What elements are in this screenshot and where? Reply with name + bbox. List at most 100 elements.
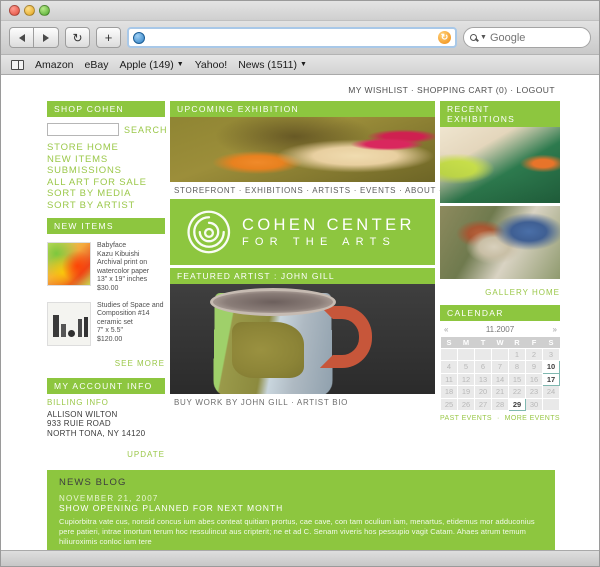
forward-button[interactable]: [34, 27, 59, 48]
site-logo-banner[interactable]: COHEN CENTER FOR THE ARTS: [170, 199, 435, 265]
sidebar-item-new-items[interactable]: NEW ITEMS: [47, 154, 165, 166]
list-item[interactable]: Studies of Space and Composition #14 cer…: [47, 301, 165, 346]
calendar-day[interactable]: 26: [457, 397, 475, 411]
calendar-day[interactable]: 23: [525, 385, 543, 399]
bookmark-label: News (1511): [238, 58, 297, 71]
search-bar[interactable]: ▼: [463, 27, 600, 48]
product-title: Babyface: [97, 242, 127, 249]
calendar-day[interactable]: 1: [508, 347, 526, 361]
calendar-day[interactable]: 20: [474, 385, 492, 399]
calendar-day[interactable]: 9: [525, 360, 543, 374]
news-post-headline[interactable]: SHOW OPENING PLANNED FOR NEXT MONTH: [59, 503, 543, 513]
chevron-down-icon: ▼: [176, 61, 184, 68]
bookmark-apple[interactable]: Apple (149) ▼: [119, 59, 183, 71]
nav-artists[interactable]: ARTISTS: [312, 186, 351, 195]
list-item[interactable]: Babyface Kazu Kibuishi Archival print on…: [47, 242, 165, 294]
recent-exhibition-image-1[interactable]: [440, 127, 560, 203]
chevron-down-icon[interactable]: ▼: [480, 34, 487, 41]
past-events-link[interactable]: PAST EVENTS: [440, 415, 492, 422]
calendar-day[interactable]: 16: [525, 372, 543, 386]
zoom-window-button[interactable]: [39, 5, 50, 16]
featured-artist-header: FEATURED ARTIST : JOHN GILL: [170, 268, 435, 284]
nav-events[interactable]: EVENTS: [360, 186, 396, 195]
back-button[interactable]: [9, 27, 34, 48]
calendar-day[interactable]: 14: [491, 372, 509, 386]
product-thumbnail-babyface[interactable]: [47, 242, 91, 286]
sidebar-item-submissions[interactable]: SUBMISSIONS: [47, 165, 165, 177]
bookmark-amazon[interactable]: Amazon: [35, 59, 74, 71]
sidebar-item-sort-by-artist[interactable]: SORT BY ARTIST: [47, 200, 165, 212]
calendar-day[interactable]: 30: [525, 397, 543, 411]
sidebar-item-store-home[interactable]: STORE HOME: [47, 142, 165, 154]
billing-address: ALLISON WILTON 933 RUIE ROAD NORTH TONA,…: [47, 410, 165, 439]
chevron-down-icon: ▼: [299, 61, 307, 68]
featured-artwork-image[interactable]: [170, 284, 435, 394]
see-more-link[interactable]: SEE MORE: [115, 359, 165, 368]
nav-shopping-cart[interactable]: SHOPPING CART (0): [417, 85, 507, 95]
calendar-next-button[interactable]: »: [553, 325, 558, 334]
nav-about[interactable]: ABOUT: [405, 186, 436, 195]
add-bookmark-button[interactable]: +: [96, 27, 121, 48]
calendar-day[interactable]: 21: [491, 385, 509, 399]
bookmark-news[interactable]: News (1511) ▼: [238, 59, 307, 71]
calendar-prev-button[interactable]: «: [444, 325, 449, 334]
gallery-home-link[interactable]: GALLERY HOME: [485, 288, 560, 297]
show-all-bookmarks-icon[interactable]: [11, 59, 24, 70]
recent-exhibition-image-2[interactable]: [440, 206, 560, 279]
page-reload-icon[interactable]: ↻: [438, 31, 451, 44]
search-input[interactable]: [489, 31, 600, 44]
calendar-day[interactable]: 3: [542, 347, 560, 361]
nav-logout[interactable]: LOGOUT: [516, 85, 555, 95]
calendar-day[interactable]: 27: [474, 397, 492, 411]
nav-exhibitions[interactable]: EXHIBITIONS: [245, 186, 303, 195]
nav-sep: ·: [408, 85, 418, 95]
calendar-day[interactable]: 28: [491, 397, 509, 411]
calendar-day[interactable]: 11: [440, 372, 458, 386]
calendar-day[interactable]: 22: [508, 385, 526, 399]
update-account-link[interactable]: UPDATE: [127, 450, 165, 459]
bookmark-ebay[interactable]: eBay: [85, 59, 109, 71]
calendar-day[interactable]: 19: [457, 385, 475, 399]
browser-window: ↻ + ↻ ▼ Amazon eBay Apple (149)▼ Yahoo! …: [0, 0, 600, 567]
shop-search-button[interactable]: SEARCH: [124, 125, 168, 135]
calendar-day[interactable]: 13: [474, 372, 492, 386]
sidebar-item-all-art-for-sale[interactable]: ALL ART FOR SALE: [47, 177, 165, 189]
sidebar-item-sort-by-media[interactable]: SORT BY MEDIA: [47, 188, 165, 200]
address-bar[interactable]: ↻: [127, 27, 457, 48]
reload-button[interactable]: ↻: [65, 27, 90, 48]
calendar-day-header: S: [542, 337, 560, 348]
calendar-day[interactable]: 7: [491, 360, 509, 374]
calendar-day[interactable]: 4: [440, 360, 458, 374]
calendar-day[interactable]: 18: [440, 385, 458, 399]
nav-my-wishlist[interactable]: MY WISHLIST: [348, 85, 408, 95]
product-artist: Composition #14: [97, 310, 150, 318]
address-line-street: 933 RUIE ROAD: [47, 419, 111, 429]
calendar-day-empty: [491, 347, 509, 361]
calendar-day[interactable]: 15: [508, 372, 526, 386]
more-events-link[interactable]: MORE EVENTS: [505, 415, 560, 422]
artist-bio-link[interactable]: ARTIST BIO: [297, 398, 348, 407]
spiral-logo-icon: [187, 210, 231, 254]
calendar-day[interactable]: 2: [525, 347, 543, 361]
calendar-day[interactable]: 5: [457, 360, 475, 374]
minimize-window-button[interactable]: [24, 5, 35, 16]
events-sep: ·: [496, 415, 500, 422]
bookmark-yahoo[interactable]: Yahoo!: [195, 59, 228, 71]
calendar-day-event[interactable]: 17: [542, 372, 560, 386]
calendar-day-event[interactable]: 10: [542, 360, 560, 374]
shop-search-input[interactable]: [47, 123, 119, 136]
close-window-button[interactable]: [9, 5, 20, 16]
calendar-day[interactable]: 12: [457, 372, 475, 386]
calendar-day[interactable]: 25: [440, 397, 458, 411]
product-thumbnail-studies[interactable]: [47, 301, 91, 346]
buy-work-link[interactable]: BUY WORK BY JOHN GILL: [174, 398, 288, 407]
calendar-week-row: 4 5 6 7 8 9 10: [440, 360, 560, 374]
account-info-box: MY ACCOUNT INFO BILLING INFO ALLISON WIL…: [47, 377, 165, 463]
calendar-day[interactable]: 8: [508, 360, 526, 374]
calendar-day[interactable]: 6: [474, 360, 492, 374]
nav-storefront[interactable]: STOREFRONT: [174, 186, 236, 195]
calendar-day[interactable]: 24: [542, 385, 560, 399]
calendar-day-event[interactable]: 29: [508, 397, 526, 411]
url-input[interactable]: [149, 31, 434, 44]
upcoming-exhibition-image[interactable]: [170, 117, 435, 182]
